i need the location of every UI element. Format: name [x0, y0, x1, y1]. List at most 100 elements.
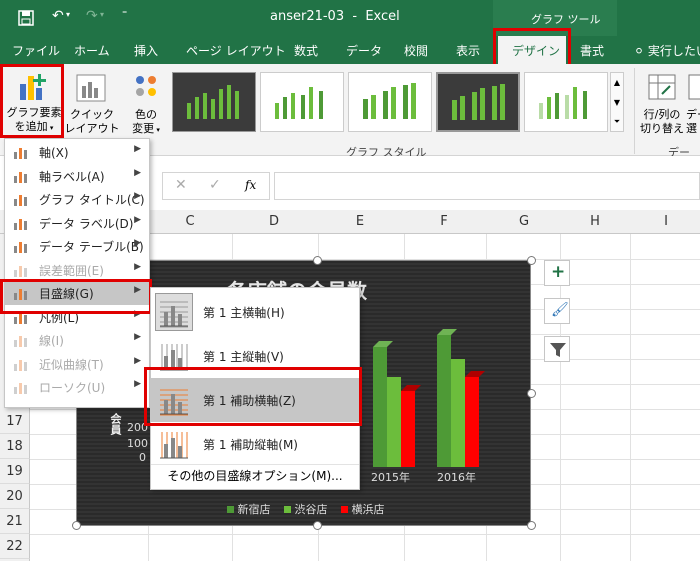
- legend-yokohama: 横浜店: [351, 503, 385, 516]
- column-header-c[interactable]: C: [152, 214, 228, 229]
- insert-function-icon[interactable]: fx: [245, 178, 256, 192]
- menu-item-data-table[interactable]: データ テーブル(B) ▶: [5, 234, 149, 258]
- chart-style-thumb-4: [452, 84, 505, 120]
- save-icon[interactable]: [18, 10, 34, 26]
- tab-page-layout[interactable]: ページ レイアウト: [186, 42, 286, 59]
- y-axis-title[interactable]: 会員: [107, 413, 123, 435]
- row-header-22[interactable]: 22: [0, 534, 30, 559]
- column-header-d[interactable]: D: [234, 214, 314, 229]
- title-bar: ↶ ▾ ↷ ▾ ⁼ anser21-03 - Excel グラフ ツール: [0, 0, 700, 36]
- menu-item-axis-label[interactable]: 軸ラベル(A) ▶: [5, 164, 149, 188]
- chart-style-4-selected[interactable]: [436, 72, 520, 132]
- chart-style-thumb-1: [187, 85, 239, 119]
- bar-2016-shinjuku[interactable]: [437, 335, 451, 467]
- highlight-gridlines-item: [0, 279, 152, 314]
- gallery-scroll[interactable]: ▲ ▼ ⏷: [610, 72, 624, 132]
- data-table-icon: [13, 238, 29, 254]
- chart-style-3[interactable]: [348, 72, 432, 132]
- tab-home[interactable]: ホーム: [74, 42, 110, 59]
- submenu-arrow-icon: ▶: [134, 355, 141, 366]
- chart-filters-button[interactable]: [544, 336, 570, 362]
- select-data-icon: [688, 74, 700, 100]
- chart-style-5[interactable]: [524, 72, 608, 132]
- bar-2015-shinjuku[interactable]: [373, 347, 387, 467]
- tab-view[interactable]: 表示: [456, 42, 480, 59]
- row-header-19[interactable]: 19: [0, 459, 30, 484]
- column-header-h[interactable]: H: [560, 214, 630, 229]
- tab-insert[interactable]: 挿入: [134, 42, 158, 59]
- resize-handle-bottom-right[interactable]: [527, 521, 536, 530]
- change-color-label-1: 色の: [135, 108, 157, 121]
- chart-style-1[interactable]: [172, 72, 256, 132]
- column-header-i[interactable]: I: [632, 214, 700, 229]
- row-header-18[interactable]: 18: [0, 434, 30, 459]
- bar-2015-shibuya[interactable]: [387, 377, 401, 467]
- change-colors-button[interactable]: 色の 変更 ▾: [124, 66, 168, 136]
- menu-item-label: 誤差範囲(E): [39, 263, 104, 278]
- row-header-17[interactable]: 17: [0, 409, 30, 434]
- undo-icon[interactable]: ↶: [52, 8, 64, 24]
- up-down-bars-icon: [13, 379, 29, 395]
- menu-item-data-label[interactable]: データ ラベル(D) ▶: [5, 211, 149, 235]
- switch-row-column-icon: [648, 74, 676, 100]
- chart-style-thumb-3: [363, 83, 416, 119]
- select-data-button[interactable]: デー 選: [686, 68, 700, 140]
- chart-legend[interactable]: 新宿店 渋谷店 横浜店: [227, 501, 385, 517]
- tab-formulas[interactable]: 数式: [294, 42, 318, 59]
- primary-horizontal-gridlines-icon: [155, 293, 193, 331]
- plot-bars: [373, 329, 485, 467]
- gallery-more-icon[interactable]: ⏷: [611, 113, 623, 131]
- legend-shibuya: 渋谷店: [294, 503, 328, 516]
- grid-line: [30, 534, 700, 535]
- submenu-arrow-icon: ▶: [134, 379, 141, 389]
- column-header-e[interactable]: E: [320, 214, 400, 229]
- submenu-item-4[interactable]: 第 1 補助縦軸(M): [151, 422, 359, 466]
- more-gridline-options[interactable]: その他の目盛線オプション(M)...: [151, 464, 359, 486]
- tell-me-search[interactable]: ⚪ 実行したい: [634, 42, 700, 59]
- submenu-arrow-icon: ▶: [134, 214, 141, 225]
- select-data-label-1: デー: [686, 108, 700, 121]
- tab-file[interactable]: ファイル: [12, 42, 60, 59]
- resize-handle-bottom-left[interactable]: [72, 521, 81, 530]
- tab-data[interactable]: データ: [346, 42, 382, 59]
- tab-format[interactable]: 書式: [580, 42, 604, 59]
- quick-layout-button[interactable]: クイック レイアウト ▾: [64, 66, 120, 149]
- resize-handle-bottom[interactable]: [313, 521, 322, 530]
- gallery-up-icon[interactable]: ▲: [611, 73, 623, 93]
- bar-2016-yokohama[interactable]: [465, 377, 479, 467]
- chart-style-2[interactable]: [260, 72, 344, 132]
- gallery-down-icon[interactable]: ▼: [611, 93, 623, 113]
- bar-top: [465, 371, 485, 377]
- formula-input[interactable]: [274, 172, 700, 200]
- resize-handle-right[interactable]: [527, 389, 536, 398]
- plus-icon: +: [551, 262, 566, 282]
- chart-elements-button[interactable]: +: [544, 260, 570, 286]
- bar-2015-yokohama[interactable]: [401, 391, 415, 467]
- row-header-21[interactable]: 21: [0, 509, 30, 534]
- submenu-item-1[interactable]: 第 1 主横軸(H): [151, 290, 359, 334]
- x-label-2015: 2015年: [371, 471, 410, 484]
- resize-handle-top[interactable]: [313, 256, 322, 265]
- resize-handle-top-right[interactable]: [527, 256, 536, 265]
- undo-dropdown-icon[interactable]: ▾: [66, 10, 70, 19]
- chart-styles-button[interactable]: 🖌: [544, 298, 570, 324]
- brush-icon: 🖌: [551, 302, 569, 318]
- menu-item-chart-title[interactable]: グラフ タイトル(C) ▶: [5, 187, 149, 211]
- legend-swatch-shinjuku: [227, 506, 234, 513]
- chart-style-thumb-5: [539, 87, 587, 119]
- bar-2016-shibuya[interactable]: [451, 359, 465, 467]
- menu-item-up-down-bars: ローソク(U) ▶: [5, 375, 149, 399]
- switch-row-column-button[interactable]: 行/列の 切り替え: [638, 68, 686, 140]
- column-header-g[interactable]: G: [488, 214, 560, 229]
- bar-top: [373, 341, 393, 347]
- quick-layout-label-2: レイアウト: [64, 122, 120, 135]
- cancel-icon: ✕: [175, 177, 187, 193]
- menu-item-label: 近似曲線(T): [39, 357, 104, 372]
- menu-item-axis[interactable]: 軸(X) ▶: [5, 140, 149, 164]
- customize-qat-icon[interactable]: ⁼: [122, 9, 127, 20]
- column-header-f[interactable]: F: [406, 214, 482, 229]
- submenu-item-label: 第 1 補助縦軸(M): [203, 438, 298, 452]
- secondary-vertical-gridlines-icon: [155, 425, 193, 463]
- tab-review[interactable]: 校閲: [404, 42, 428, 59]
- row-header-20[interactable]: 20: [0, 484, 30, 509]
